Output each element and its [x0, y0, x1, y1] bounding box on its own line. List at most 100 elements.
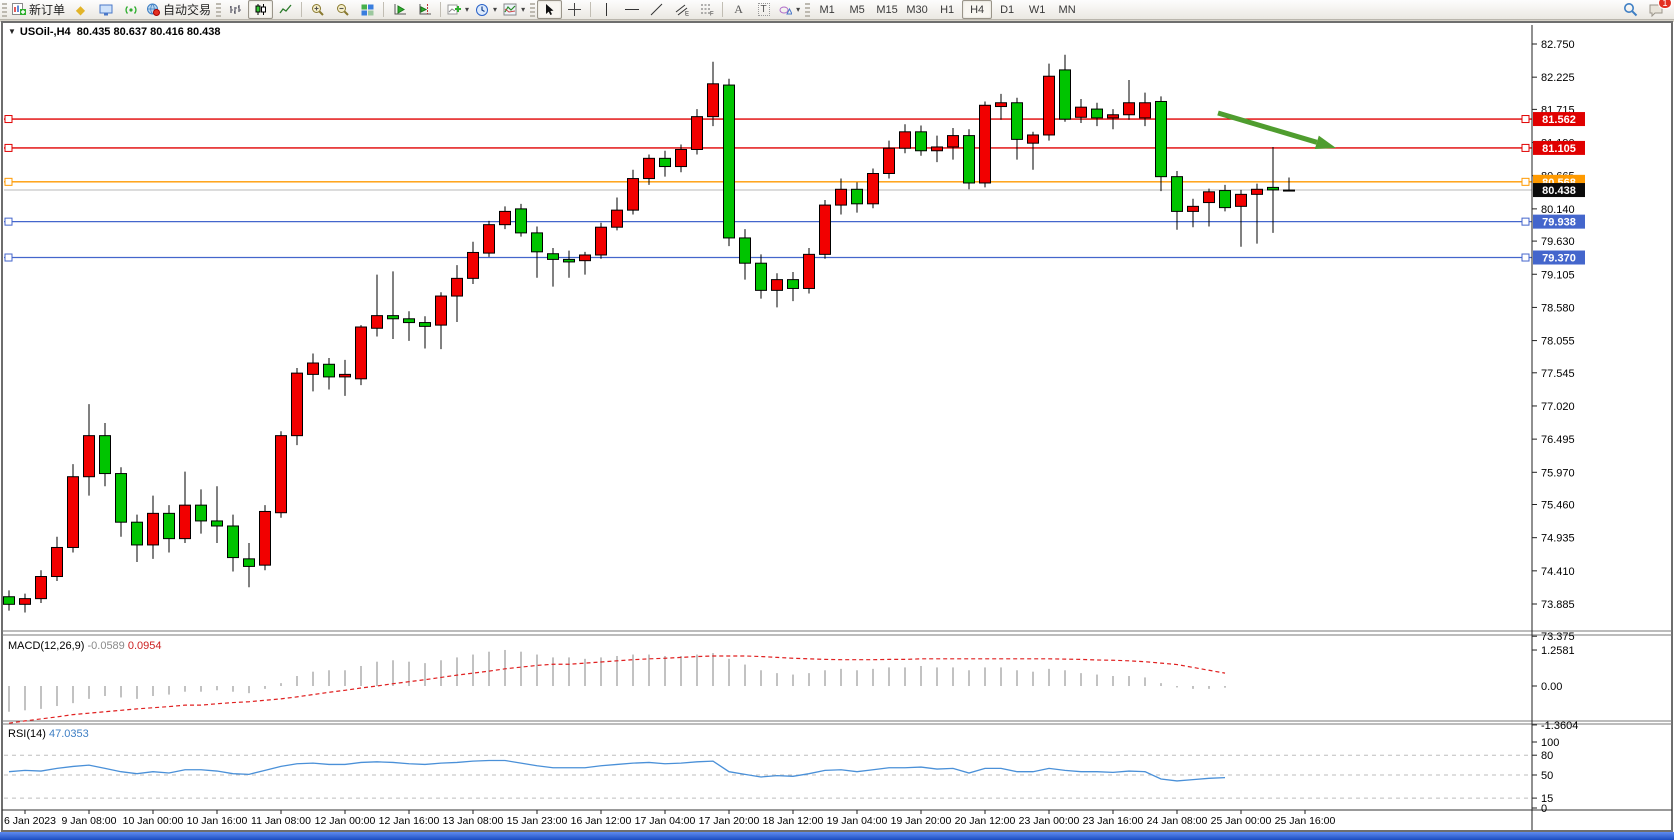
ohlc-readout: 80.435 80.637 80.416 80.438: [77, 26, 221, 38]
time-tick-label: 13 Jan 08:00: [443, 815, 504, 827]
zoom-in-button[interactable]: [305, 0, 330, 19]
new-order-button[interactable]: 新订单: [9, 0, 68, 19]
toolbar-grip[interactable]: [530, 3, 535, 17]
time-tick-label: 19 Jan 04:00: [827, 815, 888, 827]
line-handle[interactable]: [5, 218, 12, 225]
candle: [356, 327, 367, 379]
fibonacci-icon: F: [700, 3, 714, 16]
line-handle[interactable]: [5, 178, 12, 185]
price-tick-label: 77.545: [1541, 368, 1575, 380]
terminal-button[interactable]: [93, 0, 118, 19]
timeframe-m5[interactable]: M5: [842, 0, 872, 19]
price-tick-label: 77.020: [1541, 401, 1575, 413]
candle: [580, 255, 591, 261]
timeframe-w1[interactable]: W1: [1022, 0, 1052, 19]
candle: [276, 436, 287, 513]
template-icon: [503, 3, 517, 16]
tile-windows-button[interactable]: [355, 0, 380, 19]
candle: [916, 132, 927, 151]
candlestick-chart-icon: [254, 3, 267, 16]
badge-price-text: 81.562: [1542, 114, 1576, 126]
rsi-indicator-label: RSI(14) 47.0353: [8, 728, 89, 740]
chart-title[interactable]: ▼USOil-,H4 80.435 80.637 80.416 80.438: [8, 26, 221, 38]
horizontal-line-icon: [625, 5, 639, 14]
add-indicator-icon: [447, 3, 461, 16]
chart-candles-button[interactable]: [248, 0, 273, 19]
text-tool-button[interactable]: A: [726, 0, 751, 19]
chart-bars-button[interactable]: [223, 0, 248, 19]
notifications-button[interactable]: 1: [1643, 0, 1668, 19]
market-watch-button[interactable]: ◆: [68, 0, 93, 19]
candle: [436, 296, 447, 325]
candle: [596, 227, 607, 255]
chart-line-button[interactable]: [273, 0, 298, 19]
autotrading-button[interactable]: 自动交易: [143, 0, 214, 19]
cursor-button[interactable]: [537, 0, 562, 19]
auto-scroll-button[interactable]: [387, 0, 412, 19]
candle: [964, 136, 975, 183]
search-button[interactable]: [1618, 0, 1643, 19]
candle: [116, 474, 127, 523]
rsi-axis-label: 50: [1541, 770, 1553, 782]
toolbar-grip[interactable]: [805, 3, 810, 17]
timeframe-m15[interactable]: M15: [872, 0, 902, 19]
time-tick-label: 17 Jan 04:00: [635, 815, 696, 827]
timeframe-mn[interactable]: MN: [1052, 0, 1082, 19]
price-tick-label: 75.970: [1541, 467, 1575, 479]
line-handle[interactable]: [1522, 218, 1529, 225]
candle: [804, 254, 815, 288]
fibonacci-button[interactable]: F: [694, 0, 719, 19]
horizontal-line-button[interactable]: [619, 0, 644, 19]
channel-button[interactable]: E: [669, 0, 694, 19]
timeframe-h1[interactable]: H1: [932, 0, 962, 19]
candle: [52, 547, 63, 576]
signals-button[interactable]: [118, 0, 143, 19]
rsi-axis-label: 100: [1541, 737, 1559, 749]
notification-badge: 1: [1658, 0, 1672, 9]
candle: [84, 436, 95, 477]
candle: [468, 252, 479, 278]
candle: [1060, 70, 1071, 119]
vertical-line-button[interactable]: [594, 0, 619, 19]
text-label-button[interactable]: T: [751, 0, 776, 19]
candle: [612, 210, 623, 227]
equidistant-channel-icon: E: [675, 3, 689, 16]
zoom-out-button[interactable]: [330, 0, 355, 19]
macd-axis-label: 0.00: [1541, 681, 1562, 693]
toolbar-grip[interactable]: [2, 3, 7, 17]
time-tick-label: 15 Jan 23:00: [507, 815, 568, 827]
chart-shift-button[interactable]: [412, 0, 437, 19]
line-handle[interactable]: [5, 254, 12, 261]
chart-window[interactable]: 82.75082.22581.71581.19080.66580.14079.6…: [0, 0, 1674, 840]
timeframe-h4[interactable]: H4: [962, 0, 992, 19]
line-handle[interactable]: [1522, 116, 1529, 123]
shapes-button[interactable]: ▾: [776, 0, 803, 19]
candle: [948, 136, 959, 147]
timeframe-m1[interactable]: M1: [812, 0, 842, 19]
macd-axis-label: 1.2581: [1541, 645, 1575, 657]
line-handle[interactable]: [1522, 144, 1529, 151]
timeframe-m30[interactable]: M30: [902, 0, 932, 19]
text-label-icon: T: [758, 3, 770, 16]
crosshair-button[interactable]: [562, 0, 587, 19]
candle: [772, 280, 783, 291]
periods-button[interactable]: ▾: [472, 0, 500, 19]
candle: [1044, 76, 1055, 135]
price-tick-label: 75.460: [1541, 500, 1575, 512]
line-handle[interactable]: [1522, 178, 1529, 185]
indicators-button[interactable]: ▾: [444, 0, 472, 19]
price-tick-label: 73.375: [1541, 631, 1575, 643]
toolbar-grip[interactable]: [216, 3, 221, 17]
templates-button[interactable]: ▾: [500, 0, 528, 19]
candle: [308, 363, 319, 374]
candle: [324, 364, 335, 377]
timeframe-d1[interactable]: D1: [992, 0, 1022, 19]
line-handle[interactable]: [5, 116, 12, 123]
line-handle[interactable]: [5, 144, 12, 151]
candle: [1076, 107, 1087, 117]
trendline-button[interactable]: [644, 0, 669, 19]
line-handle[interactable]: [1522, 254, 1529, 261]
chart-shift-icon: [418, 3, 432, 16]
macd-signal-value: 0.0954: [128, 640, 162, 652]
time-tick-label: 10 Jan 16:00: [187, 815, 248, 827]
